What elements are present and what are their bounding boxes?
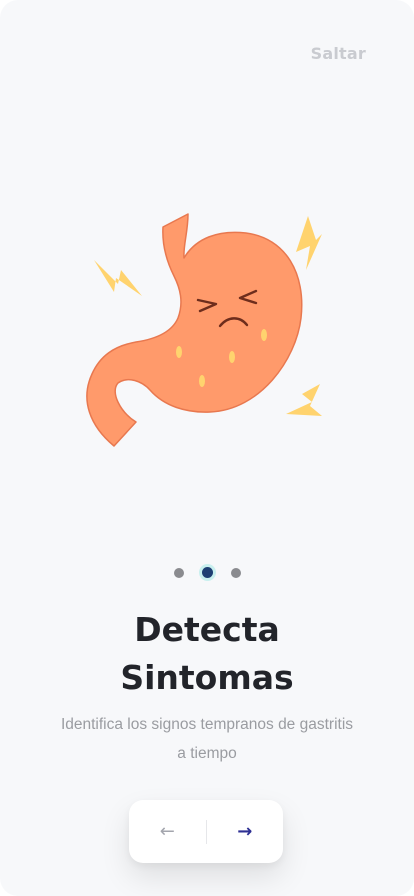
sweat-drop (199, 375, 205, 387)
onboarding-screen: Saltar Detecta Sintomas Identifica los s… (0, 0, 414, 896)
lightning-bolt-bottom-right-icon (286, 384, 322, 416)
skip-button[interactable]: Saltar (311, 44, 366, 63)
navigation-controls: ← → (129, 800, 283, 863)
pagination-dots (0, 567, 414, 578)
lightning-bolt-top-right-icon (296, 216, 322, 270)
pagination-dot[interactable] (230, 567, 241, 578)
page-title: Detecta Sintomas (0, 606, 414, 702)
page-title-line1: Detecta (134, 610, 280, 649)
sweat-drop (176, 346, 182, 358)
arrow-right-icon: → (237, 821, 253, 842)
next-button[interactable]: → (207, 800, 284, 863)
page-title-line2: Sintomas (120, 658, 294, 697)
pagination-dot-active[interactable] (201, 567, 213, 578)
lightning-bolt-left-icon (94, 260, 142, 296)
stomach-pain-illustration (86, 213, 322, 447)
stomach-icon (86, 213, 303, 447)
page-subtitle: Identifica los signos tempranos de gastr… (60, 716, 354, 762)
sweat-drop (229, 351, 235, 363)
previous-button[interactable]: ← (129, 800, 206, 863)
arrow-left-icon: ← (159, 821, 175, 842)
sweat-drop (261, 329, 267, 341)
pagination-dot[interactable] (173, 567, 184, 578)
